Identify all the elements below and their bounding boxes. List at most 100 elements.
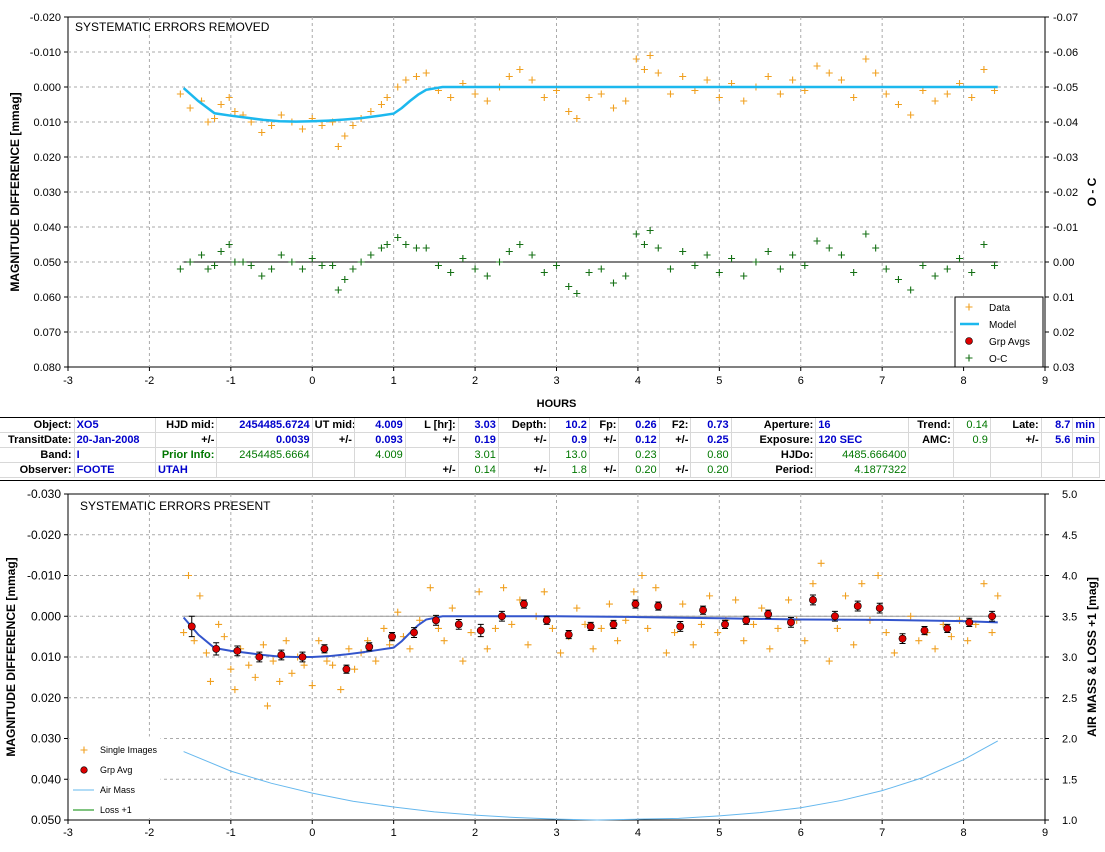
info-cell <box>908 447 954 463</box>
y-axis-label: MAGNITUDE DIFFERENCE [mmag] <box>8 92 22 291</box>
info-cell: Object: <box>0 418 75 433</box>
y-tick-label: 0.020 <box>33 152 61 164</box>
y2-tick-label: 0.00 <box>1053 257 1074 269</box>
grp-avg-point <box>187 622 196 631</box>
info-row: Observer: FOOTE UTAH +/- 0.14 +/- 1.8 +/- 0.20 +/… <box>0 462 1100 478</box>
info-cell: 0.9 <box>549 432 590 448</box>
grp-avg-point <box>721 620 729 629</box>
y2-tick-label: 5.0 <box>1062 489 1077 501</box>
grp-avg-point <box>809 596 817 604</box>
info-row: TransitDate: 20-Jan-2008 +/- 0.0039 +/- 0.093… <box>0 432 1100 448</box>
grp-avg-point <box>365 642 374 651</box>
info-cell: Fp: <box>589 418 620 433</box>
info-cell <box>312 447 355 463</box>
y-axis-label: MAGNITUDE DIFFERENCE [mmag] <box>4 557 18 756</box>
grp-avg-point <box>342 665 351 674</box>
grp-avg-point <box>609 620 618 629</box>
grp-avg-point <box>388 632 396 641</box>
info-cell: 3.01 <box>458 447 499 463</box>
info-cell: +/- <box>312 432 355 448</box>
x-tick-label: -3 <box>63 827 73 839</box>
info-cell: +/- <box>498 462 550 478</box>
x-tick-label: -2 <box>145 827 155 839</box>
x-tick-label: 7 <box>879 375 885 387</box>
x-tick-label: 4 <box>635 827 641 839</box>
info-cell <box>953 447 991 463</box>
y2-axis-label: AIR MASS & LOSS +1 [mag] <box>1085 577 1099 737</box>
grp-avg-point <box>920 626 929 635</box>
x-tick-label: 0 <box>309 827 315 839</box>
info-grid: Object: XO5 HJD mid: 2454485.6724 UT mid: 4.0… <box>0 418 1100 478</box>
grp-avg-point <box>742 616 751 625</box>
info-cell <box>1041 447 1074 463</box>
y2-axis-label: O - C <box>1085 177 1099 206</box>
y-tick-label: -0.020 <box>30 12 61 24</box>
y2-tick-label: 4.0 <box>1062 571 1077 583</box>
y-tick-label: 0.040 <box>31 772 61 786</box>
info-cell: F2: <box>659 418 692 433</box>
grp-avg-point <box>320 644 329 653</box>
grp-avg-point <box>654 602 663 610</box>
grp-avg-point <box>277 651 286 659</box>
y2-tick-label: -0.01 <box>1053 222 1078 234</box>
y2-tick-label: 2.5 <box>1062 693 1077 705</box>
info-cell <box>659 447 692 463</box>
y-tick-label: -0.030 <box>27 487 61 501</box>
info-cell: 16 <box>815 418 910 433</box>
x-tick-label: 3 <box>553 827 559 839</box>
x-tick-label: -1 <box>226 375 236 387</box>
info-cell: min <box>1072 432 1100 448</box>
chart-title: SYSTEMATIC ERRORS PRESENT <box>80 499 271 513</box>
legend-label-data: Data <box>989 303 1011 314</box>
x-tick-label: 9 <box>1042 375 1048 387</box>
info-cell <box>953 462 991 478</box>
x-tick-label: 5 <box>716 827 722 839</box>
info-cell <box>405 447 459 463</box>
y2-tick-label: 2.0 <box>1062 734 1077 746</box>
bottom-chart: -3 -2 -1 0 1 2 3 4 5 6 7 8 9 -0.030 -0.020 -0.010 0.000 0… <box>4 487 1099 839</box>
info-cell <box>908 462 954 478</box>
grp-avg-point <box>787 618 795 627</box>
x-tick-label: 4 <box>635 375 641 387</box>
info-cell: 3.03 <box>458 418 499 433</box>
info-cell: 0.0039 <box>216 432 313 448</box>
legend-label-loss: Loss +1 <box>100 805 132 815</box>
info-cell: 0.73 <box>690 418 732 433</box>
info-cell: 0.80 <box>690 447 732 463</box>
info-cell: 0.20 <box>618 462 660 478</box>
grp-avg-point <box>498 612 506 621</box>
info-cell: 2454485.6724 <box>216 418 313 433</box>
x-tick-label: 8 <box>961 375 967 387</box>
x-tick-label: 1 <box>391 827 397 839</box>
y-tick-label: 0.050 <box>33 257 61 269</box>
x-tick-label: 0 <box>309 375 315 387</box>
info-cell <box>498 447 550 463</box>
x-tick-label: 2 <box>472 827 478 839</box>
x-tick-label: 6 <box>798 827 804 839</box>
info-row: Band: I Prior Info: 2454485.6664 4.009 3.01 13… <box>0 447 1100 463</box>
x-tick-label: -2 <box>145 375 155 387</box>
x-tick-label: 6 <box>798 375 804 387</box>
info-cell: Trend: <box>908 418 954 433</box>
info-cell: +/- <box>405 432 459 448</box>
info-cell: 0.14 <box>458 462 499 478</box>
y-tick-label: 0.030 <box>31 732 61 746</box>
info-cell: 1.8 <box>549 462 590 478</box>
info-cell: Aperture: <box>731 418 817 433</box>
legend-label-airmass: Air Mass <box>100 785 136 795</box>
grp-avg-point <box>943 624 952 633</box>
x-tick-label: -3 <box>63 375 73 387</box>
info-cell: Period: <box>731 462 817 478</box>
grp-avg-point <box>233 646 242 655</box>
info-cell: min <box>1072 418 1100 433</box>
info-cell: Prior Info: <box>155 447 218 463</box>
y2-tick-label: -0.07 <box>1053 12 1078 24</box>
grp-avg-point <box>454 620 463 629</box>
y2-tick-label: 4.5 <box>1062 530 1077 542</box>
info-cell <box>990 447 1042 463</box>
y-tick-label: 0.050 <box>31 813 61 827</box>
grp-avg-point <box>676 622 685 631</box>
info-cell: 0.12 <box>618 432 660 448</box>
grp-avg-point <box>764 610 773 619</box>
y-tick-label: -0.010 <box>30 47 61 59</box>
